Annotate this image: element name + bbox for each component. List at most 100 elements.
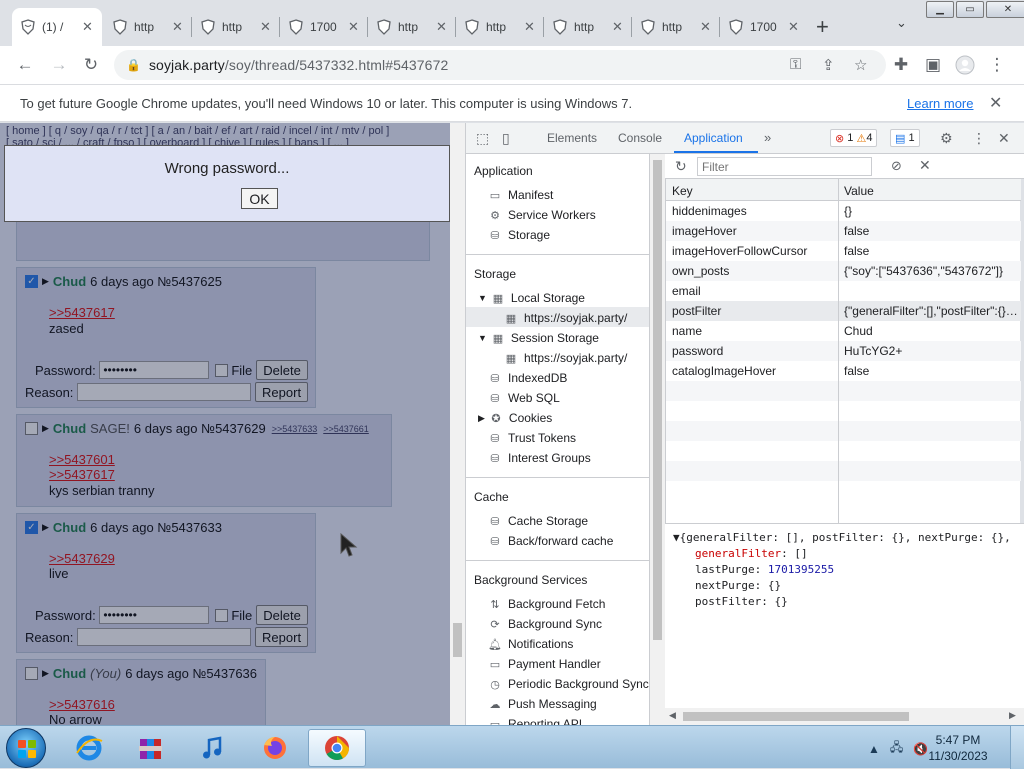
page-scrollbar-thumb[interactable] [453,623,462,657]
tray-expand-icon[interactable]: ▲ [868,742,880,756]
sidebar-item-push-messaging[interactable]: ☁ Push Messaging [488,697,597,711]
tab-close-icon[interactable]: ✕ [524,19,535,35]
taskbar-ie[interactable] [62,729,116,767]
extensions-puzzle-icon[interactable]: ✚ [890,54,912,76]
tab-9[interactable]: 1700 ✕ [720,8,808,46]
minimize-icon[interactable]: ▁ [926,1,954,18]
tab-5[interactable]: http ✕ [368,8,456,46]
lock-icon[interactable]: 🔒 [126,58,141,72]
storage-row-imageHoverFollowCursor[interactable]: imageHoverFollowCursor false [666,241,1021,261]
sidebar-item-session-storage[interactable]: ▼ ▦ Session Storage [478,331,599,345]
tab-close-icon[interactable]: ✕ [260,19,271,35]
maximize-icon[interactable]: ▭ [956,1,984,18]
scroll-left-icon[interactable]: ◀ [669,710,676,721]
sidebar-item-cache-storage[interactable]: ⛁ Cache Storage [488,514,588,528]
sidebar-item-cookies[interactable]: ▶ ✪ Cookies [478,411,552,425]
menu-kebab-icon[interactable]: ⋮ [986,54,1008,76]
forward-icon[interactable]: → [48,54,70,76]
tab-close-icon[interactable]: ✕ [612,19,623,35]
sidebar-item-periodic-sync[interactable]: ◷ Periodic Background Sync [488,677,649,691]
column-key[interactable]: Key [672,184,693,198]
tab-close-icon[interactable]: ✕ [82,19,93,35]
start-button[interactable] [6,728,46,768]
taskbar-itunes[interactable] [186,729,240,767]
tab-application[interactable]: Application [684,131,743,145]
tab-close-icon[interactable]: ✕ [348,19,359,35]
storage-row-postFilter[interactable]: postFilter {"generalFilter":[],"postFilte… [666,301,1021,321]
sidebar-item-notifications[interactable]: 🔔︎ Notifications [488,637,573,651]
sidebar-item-storage[interactable]: ⛁ Storage [488,228,550,242]
storage-row-imageHover[interactable]: imageHover false [666,221,1021,241]
inspect-element-icon[interactable]: ⬚ [476,130,489,147]
page-scrollbar[interactable] [450,123,465,725]
tab-3[interactable]: http ✕ [192,8,280,46]
sidebar-item-bfcache[interactable]: ⛁ Back/forward cache [488,534,613,548]
expand-triangle-icon[interactable]: ▼ [478,333,487,343]
filter-input[interactable] [697,157,872,176]
show-desktop-button[interactable] [1010,726,1024,769]
address-bar[interactable]: 🔒 soyjak.party/soy/thread/5437332.html#5… [114,50,886,80]
sidebar-item-background-sync[interactable]: ⟳ Background Sync [488,617,602,631]
tab-7[interactable]: http ✕ [544,8,632,46]
sidebar-item-websql[interactable]: ⛁ Web SQL [488,391,559,405]
sidebar-item-reporting-api[interactable]: ▭ Reporting API [488,717,582,725]
tab-8[interactable]: http ✕ [632,8,720,46]
bookmark-star-icon[interactable]: ☆ [854,56,867,74]
storage-row-name[interactable]: name Chud [666,321,1021,341]
scroll-right-icon[interactable]: ▶ [1009,710,1016,721]
side-panel-icon[interactable]: ▣ [922,54,944,76]
storage-row-password[interactable]: password HuTcYG2+ [666,341,1021,361]
storage-row-catalogImageHover[interactable]: catalogImageHover false [666,361,1021,381]
sidebar-scrollbar-thumb[interactable] [653,160,662,640]
taskbar-winrar[interactable] [124,729,178,767]
preview-h-scrollbar[interactable]: ◀ ▶ [665,708,1024,725]
h-scrollbar-thumb[interactable] [683,712,909,721]
sidebar-item-local-storage[interactable]: ▼ ▦ Local Storage [478,291,585,305]
tab-elements[interactable]: Elements [547,131,597,145]
sidebar-item-trust-tokens[interactable]: ⛁ Trust Tokens [488,431,576,445]
tab-2[interactable]: http ✕ [104,8,192,46]
sidebar-item-indexeddb[interactable]: ⛁ IndexedDB [488,371,567,385]
messages-badge[interactable]: ▤ 1 [890,129,920,147]
tab-close-icon[interactable]: ✕ [436,19,447,35]
ok-button[interactable]: OK [241,188,278,209]
sidebar-item-local-storage-origin[interactable]: ▦ https://soyjak.party/ [504,311,628,325]
window-close-icon[interactable]: ✕ [986,1,1024,18]
devtools-close-icon[interactable]: ✕ [998,130,1010,147]
issues-badge[interactable]: ⊗ 1 ⚠ 4 [830,129,878,147]
more-tabs-chevron-icon[interactable]: » [764,130,771,145]
storage-row-own_posts[interactable]: own_posts {"soy":["5437636","5437672"]} [666,261,1021,281]
taskbar-firefox[interactable] [248,729,302,767]
profile-avatar-icon[interactable] [954,54,976,76]
tab-4[interactable]: 1700 ✕ [280,8,368,46]
collapse-triangle-icon[interactable]: ▶ [478,413,485,424]
reload-icon[interactable]: ↻ [80,54,102,76]
preview-summary[interactable]: ▼{generalFilter: [], postFilter: {}, nex… [673,531,1011,544]
refresh-icon[interactable]: ↻ [675,158,687,175]
settings-gear-icon[interactable]: ⚙ [940,130,953,147]
sidebar-item-background-fetch[interactable]: ⇅ Background Fetch [488,597,605,611]
back-icon[interactable]: ← [14,54,36,76]
storage-row-email[interactable]: email [666,281,1021,301]
storage-row-hiddenimages[interactable]: hiddenimages {} [666,201,1021,221]
column-value[interactable]: Value [844,184,874,198]
network-icon[interactable]: 🖧 [890,738,903,759]
clear-all-icon[interactable]: ⊘ [891,158,902,174]
delete-selected-icon[interactable]: ✕ [919,157,931,174]
tab-6[interactable]: http ✕ [456,8,544,46]
volume-muted-icon[interactable]: 🔇 [913,742,928,756]
tab-close-icon[interactable]: ✕ [700,19,711,35]
taskbar-chrome[interactable] [308,729,366,767]
sidebar-item-session-storage-origin[interactable]: ▦ https://soyjak.party/ [504,351,628,365]
tab-console[interactable]: Console [618,131,662,145]
key-icon[interactable]: ⚿ [790,56,801,73]
expand-triangle-icon[interactable]: ▼ [478,293,487,303]
taskbar-clock[interactable]: 5:47 PM 11/30/2023 [928,732,988,764]
tab-close-icon[interactable]: ✕ [172,19,183,35]
tab-close-icon[interactable]: ✕ [788,19,799,35]
sidebar-item-payment-handler[interactable]: ▭ Payment Handler [488,657,601,671]
learn-more-link[interactable]: Learn more [907,96,973,111]
tab-search-chevron-icon[interactable]: ⌄ [896,15,907,31]
expand-triangle-icon[interactable]: ▼ [673,531,680,544]
infobar-close-icon[interactable]: ✕ [989,93,1002,113]
